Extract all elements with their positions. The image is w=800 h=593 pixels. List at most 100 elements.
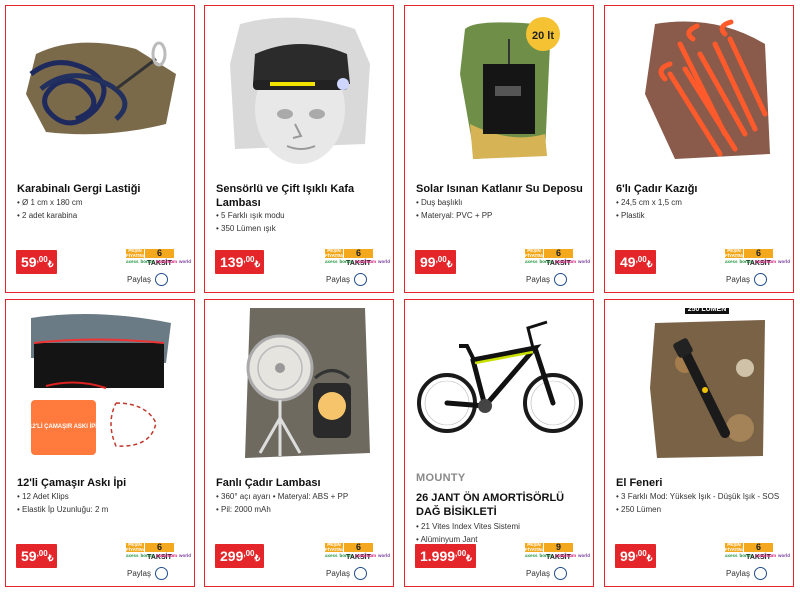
bank-bonus: bonus [739, 553, 754, 558]
price-tag: 59,00₺ [16, 544, 58, 568]
product-card[interactable]: 250 LÜMEN El Feneri 3 Farklı Mod: Yüksek… [604, 299, 794, 587]
share-button[interactable]: Paylaş [326, 272, 367, 286]
product-title[interactable]: Solar Isınan Katlanır Su Deposu [416, 182, 586, 196]
spec-item: 12 Adet Klips [17, 491, 192, 504]
currency-symbol: ₺ [254, 553, 261, 563]
product-card[interactable]: Sensörlü ve Çift Işıklı Kafa Lambası 5 F… [204, 5, 394, 293]
bank-axess: axess [525, 259, 538, 264]
bank-maximum: maximum [755, 259, 777, 264]
price-integer: 1.999 [420, 548, 456, 564]
product-specs: 12 Adet KlipsElastik İp Uzunluğu: 2 m [17, 491, 192, 516]
bank-axess: axess [325, 553, 338, 558]
product-card[interactable]: 12'Lİ ÇAMAŞIR ASKI İPİ 12'li Çamaşır Ask… [5, 299, 195, 587]
share-icon [754, 272, 767, 286]
bank-maximum: maximum [156, 553, 178, 558]
product-image[interactable]: 250 LÜMEN [615, 308, 783, 460]
spec-item: 360° açı ayarı • Materyal: ABS + PP [216, 491, 391, 504]
installment-pesin-label: PEŞİN FİYATINA [126, 542, 147, 552]
price-tag: 299,00₺ [215, 544, 265, 568]
spec-item: 350 Lümen ışık [216, 223, 391, 236]
currency-symbol: ₺ [646, 259, 653, 269]
svg-text:20 lt: 20 lt [532, 30, 554, 42]
currency-symbol: ₺ [466, 553, 472, 563]
installment-banks: axess bonus maximum world [725, 553, 790, 559]
bank-axess: axess [126, 259, 139, 264]
share-button[interactable]: Paylaş [526, 272, 567, 286]
product-title[interactable]: El Feneri [616, 476, 786, 490]
installment-badge: PEŞİN FİYATINA 6 TAKSİT axess bonus maximum… [325, 542, 390, 561]
clothesline-icon: 12'Lİ ÇAMAŞIR ASKI İPİ [29, 314, 171, 455]
bank-maximum: maximum [156, 259, 178, 264]
product-title[interactable]: 6'lı Çadır Kazığı [616, 182, 786, 196]
product-title[interactable]: 26 JANT ÖN AMORTİSÖRLÜ DAĞ BİSİKLETİ [416, 491, 586, 519]
share-button[interactable]: Paylaş [526, 566, 567, 580]
product-title[interactable]: 12'li Çamaşır Askı İpi [17, 476, 187, 490]
share-label: Paylaş [325, 274, 350, 284]
price-tag: 139,00₺ [215, 250, 265, 274]
product-card[interactable]: 6'lı Çadır Kazığı 24,5 cm x 1,5 cmPlasti… [604, 5, 794, 293]
price-tag: 59,00₺ [16, 250, 58, 274]
product-image[interactable] [415, 308, 583, 460]
installment-badge: PEŞİN FİYATINA 6 TAKSİT axess bonus maximum… [725, 248, 790, 267]
share-button[interactable]: Paylaş [127, 566, 168, 580]
spec-item: 250 Lümen [616, 504, 791, 517]
share-label: Paylaş [126, 568, 151, 578]
share-label: Paylaş [126, 274, 151, 284]
spec-item: Plastik [616, 210, 791, 223]
spec-item: Duş başlıklı [416, 197, 591, 210]
product-image[interactable]: 12'Lİ ÇAMAŞIR ASKI İPİ [16, 308, 184, 460]
product-image[interactable]: 20 lt [415, 14, 583, 166]
spec-item: Ø 1 cm x 180 cm [17, 197, 192, 210]
product-card[interactable]: MOUNTY 26 JANT ÖN AMORTİSÖRLÜ DAĞ BİSİKL… [404, 299, 594, 587]
product-image[interactable] [215, 308, 383, 460]
installment-pesin-label: PEŞİN FİYATINA [725, 248, 746, 258]
price-integer: 59 [21, 254, 37, 270]
product-title[interactable]: Sensörlü ve Çift Işıklı Kafa Lambası [216, 182, 386, 210]
installment-pesin-label: PEŞİN FİYATINA [525, 248, 546, 258]
product-title[interactable]: Fanlı Çadır Lambası [216, 476, 386, 490]
bank-axess: axess [126, 553, 139, 558]
share-button[interactable]: Paylaş [726, 566, 767, 580]
price-tag: 99,00₺ [615, 544, 657, 568]
price-tag: 49,00₺ [615, 250, 657, 274]
currency-symbol: ₺ [254, 259, 261, 269]
installment-count: 6 TAKSİT [744, 249, 773, 267]
price-integer: 139 [220, 254, 244, 270]
product-title[interactable]: Karabinalı Gergi Lastiği [17, 182, 187, 196]
bank-bonus: bonus [539, 553, 554, 558]
bank-world: world [179, 553, 192, 558]
price-decimal: ,00 [435, 255, 447, 264]
product-card[interactable]: Karabinalı Gergi Lastiği Ø 1 cm x 180 cm… [5, 5, 195, 293]
product-image[interactable] [215, 14, 383, 166]
bank-world: world [179, 259, 192, 264]
product-image[interactable] [16, 14, 184, 166]
installment-count: 6 TAKSİT [145, 543, 174, 561]
share-button[interactable]: Paylaş [726, 272, 767, 286]
spec-item: 5 Farklı ışık modu [216, 210, 391, 223]
bank-maximum: maximum [555, 553, 577, 558]
price-decimal: ,00 [243, 549, 255, 558]
bank-bonus: bonus [140, 553, 155, 558]
bank-bonus: bonus [739, 259, 754, 264]
share-icon [155, 566, 168, 580]
mountain-bike-icon [417, 320, 583, 433]
price-integer: 99 [420, 254, 436, 270]
installment-badge: PEŞİN FİYATINA 6 TAKSİT axess bonus maximum… [126, 542, 191, 561]
product-card[interactable]: 20 lt Solar Isınan Katlanır Su Deposu Du… [404, 5, 594, 293]
share-icon [754, 566, 767, 580]
installment-pesin-label: PEŞİN FİYATINA [725, 542, 746, 552]
product-card[interactable]: Fanlı Çadır Lambası 360° açı ayarı • Mat… [204, 299, 394, 587]
share-label: Paylaş [325, 568, 350, 578]
spec-item: Pil: 2000 mAh [216, 504, 391, 517]
installment-count: 6 TAKSİT [344, 543, 373, 561]
solar-water-bag-icon: 20 lt [460, 17, 560, 160]
product-image[interactable] [615, 14, 783, 166]
share-button[interactable]: Paylaş [127, 272, 168, 286]
bank-world: world [778, 259, 791, 264]
price-decimal: ,00 [36, 255, 48, 264]
share-button[interactable]: Paylaş [326, 566, 367, 580]
spec-item: Elastik İp Uzunluğu: 2 m [17, 504, 192, 517]
spec-item: 24,5 cm x 1,5 cm [616, 197, 791, 210]
installment-banks: axess bonus maximum world [525, 553, 590, 559]
bank-maximum: maximum [555, 259, 577, 264]
